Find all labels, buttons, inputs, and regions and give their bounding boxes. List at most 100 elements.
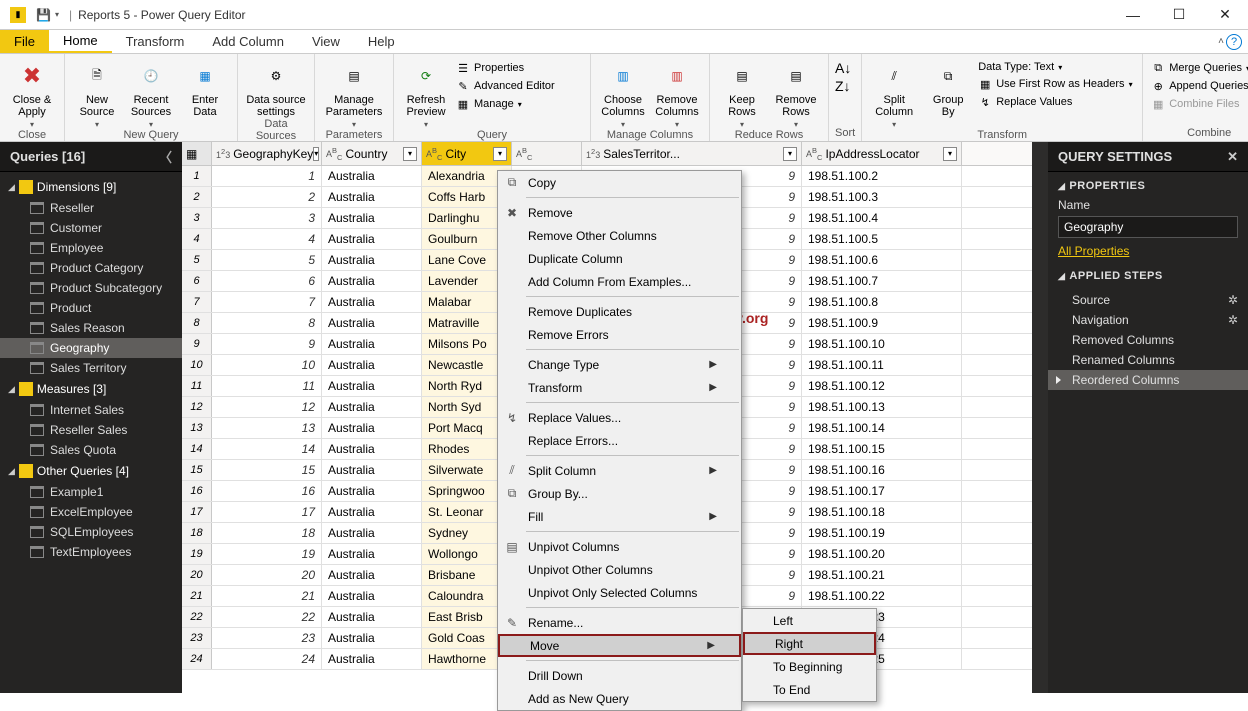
split-column-button[interactable]: ⫽SplitColumn▾ xyxy=(868,56,920,129)
qat-dropdown-icon[interactable]: ▾ xyxy=(55,10,59,19)
context-menu-item[interactable]: ↯Replace Values... xyxy=(498,406,741,429)
query-item[interactable]: Sales Reason xyxy=(0,318,182,338)
column-header[interactable]: 123GeographyKey▾ xyxy=(212,142,322,165)
help-icon[interactable]: ? xyxy=(1226,34,1242,50)
queries-group[interactable]: ◢Other Queries [4] xyxy=(0,460,182,482)
new-source-button[interactable]: 🗎NewSource▾ xyxy=(71,56,123,129)
context-menu-item[interactable]: ▤Unpivot Columns xyxy=(498,535,741,558)
query-item[interactable]: Product xyxy=(0,298,182,318)
close-apply-button[interactable]: ✖ Close &Apply▾ xyxy=(6,56,58,129)
remove-rows-button[interactable]: ▤RemoveRows▾ xyxy=(770,56,822,129)
remove-columns-button[interactable]: ▥RemoveColumns▾ xyxy=(651,56,703,129)
filter-icon[interactable]: ▾ xyxy=(783,147,797,161)
query-item[interactable]: Geography xyxy=(0,338,182,358)
recent-sources-button[interactable]: 🕘RecentSources▾ xyxy=(125,56,177,129)
context-menu-item[interactable]: Duplicate Column xyxy=(498,247,741,270)
context-submenu-item[interactable]: To Beginning xyxy=(743,655,876,678)
context-menu-item[interactable]: ✎Rename... xyxy=(498,611,741,634)
manage-parameters-button[interactable]: ▤ManageParameters▾ xyxy=(321,56,387,129)
append-queries-button[interactable]: ⊕Append Queries ▾ xyxy=(1149,78,1248,94)
applied-step[interactable]: Renamed Columns xyxy=(1048,350,1248,370)
merge-queries-button[interactable]: ⧉Merge Queries ▾ xyxy=(1149,60,1248,76)
query-item[interactable]: Product Category xyxy=(0,258,182,278)
query-item[interactable]: Reseller xyxy=(0,198,182,218)
keep-rows-button[interactable]: ▤KeepRows▾ xyxy=(716,56,768,129)
context-menu-item[interactable]: Unpivot Other Columns xyxy=(498,558,741,581)
gear-icon[interactable]: ✲ xyxy=(1228,313,1238,327)
group-by-button[interactable]: ⧉GroupBy xyxy=(922,56,974,129)
save-icon[interactable]: 💾 xyxy=(36,8,51,22)
context-menu-item[interactable]: Move▶ xyxy=(498,634,741,657)
context-menu-item[interactable]: Drill Down xyxy=(498,664,741,687)
context-menu-item[interactable]: Replace Errors... xyxy=(498,429,741,452)
context-menu-item[interactable]: ⧉Group By... xyxy=(498,482,741,505)
context-submenu-item[interactable]: Right xyxy=(743,632,876,655)
minimize-button[interactable]: — xyxy=(1110,0,1156,30)
context-menu-item[interactable]: Remove Errors xyxy=(498,323,741,346)
manage-button[interactable]: ▦Manage ▾ xyxy=(454,96,584,112)
column-header[interactable]: ABCCountry▾ xyxy=(322,142,422,165)
help-tab[interactable]: Help xyxy=(354,30,409,53)
column-header[interactable]: 123SalesTerritor...▾ xyxy=(582,142,802,165)
data-source-settings-button[interactable]: ⚙Data sourcesettings xyxy=(244,56,308,118)
query-item[interactable]: Employee xyxy=(0,238,182,258)
ribbon-collapse-icon[interactable]: ˄ xyxy=(1218,36,1224,47)
first-row-headers-button[interactable]: ▦Use First Row as Headers ▾ xyxy=(976,76,1136,92)
queries-collapse-icon[interactable]: 〈 xyxy=(159,147,172,166)
query-item[interactable]: Customer xyxy=(0,218,182,238)
query-item[interactable]: Internet Sales xyxy=(0,400,182,420)
maximize-button[interactable]: ☐ xyxy=(1156,0,1202,30)
context-menu-item[interactable]: Add Column From Examples... xyxy=(498,270,741,293)
properties-button[interactable]: ☰Properties xyxy=(454,60,584,76)
context-submenu-item[interactable]: Left xyxy=(743,609,876,632)
enter-data-button[interactable]: ▦EnterData xyxy=(179,56,231,129)
query-item[interactable]: Product Subcategory xyxy=(0,278,182,298)
advanced-editor-button[interactable]: ✎Advanced Editor xyxy=(454,78,584,94)
context-menu-item[interactable]: ✖Remove xyxy=(498,201,741,224)
context-menu-item[interactable]: Remove Other Columns xyxy=(498,224,741,247)
filter-icon[interactable]: ▾ xyxy=(313,147,319,161)
sort-asc-button[interactable]: A↓ xyxy=(835,60,855,76)
context-menu-item[interactable]: Unpivot Only Selected Columns xyxy=(498,581,741,604)
choose-columns-button[interactable]: ▥ChooseColumns▾ xyxy=(597,56,649,129)
applied-step[interactable]: Navigation✲ xyxy=(1048,310,1248,330)
query-item[interactable]: TextEmployees xyxy=(0,542,182,562)
context-menu-item[interactable]: Change Type▶ xyxy=(498,353,741,376)
query-item[interactable]: Sales Territory xyxy=(0,358,182,378)
applied-step[interactable]: Reordered Columns xyxy=(1048,370,1248,390)
applied-step[interactable]: Removed Columns xyxy=(1048,330,1248,350)
context-menu-item[interactable]: ⧉Copy xyxy=(498,171,741,194)
query-name-input[interactable] xyxy=(1058,216,1238,238)
queries-group[interactable]: ◢Dimensions [9] xyxy=(0,176,182,198)
query-item[interactable]: ExcelEmployee xyxy=(0,502,182,522)
replace-values-button[interactable]: ↯Replace Values xyxy=(976,94,1136,110)
query-item[interactable]: Example1 xyxy=(0,482,182,502)
query-item[interactable]: Reseller Sales xyxy=(0,420,182,440)
context-menu-item[interactable]: ⫽Split Column▶ xyxy=(498,459,741,482)
query-item[interactable]: SQLEmployees xyxy=(0,522,182,542)
context-menu-item[interactable]: Remove Duplicates xyxy=(498,300,741,323)
filter-icon[interactable]: ▾ xyxy=(403,147,417,161)
row-index-header[interactable]: ▦ xyxy=(182,142,212,165)
sort-desc-button[interactable]: Z↓ xyxy=(835,78,855,94)
column-header[interactable]: ABCCity▾ xyxy=(422,142,512,165)
data-type-button[interactable]: Data Type: Text ▾ xyxy=(976,60,1136,74)
context-menu-item[interactable]: Transform▶ xyxy=(498,376,741,399)
applied-step[interactable]: Source✲ xyxy=(1048,290,1248,310)
context-submenu-item[interactable]: To End xyxy=(743,678,876,701)
refresh-preview-button[interactable]: ⟳RefreshPreview▾ xyxy=(400,56,452,129)
column-header[interactable]: ABCIpAddressLocator▾ xyxy=(802,142,962,165)
addcolumn-tab[interactable]: Add Column xyxy=(198,30,298,53)
context-menu-item[interactable]: Fill▶ xyxy=(498,505,741,528)
view-tab[interactable]: View xyxy=(298,30,354,53)
queries-group[interactable]: ◢Measures [3] xyxy=(0,378,182,400)
home-tab[interactable]: Home xyxy=(49,30,112,53)
close-window-button[interactable]: ✕ xyxy=(1202,0,1248,30)
combine-files-button[interactable]: ▦Combine Files xyxy=(1149,96,1248,112)
filter-icon[interactable]: ▾ xyxy=(943,147,957,161)
file-tab[interactable]: File xyxy=(0,30,49,53)
vertical-scrollbar[interactable] xyxy=(1032,142,1048,693)
filter-icon[interactable]: ▾ xyxy=(493,147,507,161)
all-properties-link[interactable]: All Properties xyxy=(1058,244,1129,258)
gear-icon[interactable]: ✲ xyxy=(1228,293,1238,307)
